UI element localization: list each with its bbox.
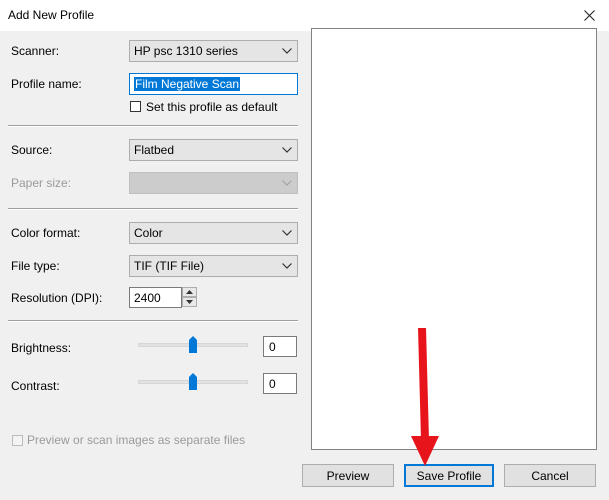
contrast-value: 0 (269, 377, 276, 391)
brightness-label: Brightness: (11, 341, 72, 355)
profile-name-label: Profile name: (11, 77, 82, 91)
contrast-input[interactable]: 0 (263, 373, 297, 394)
resolution-down-button[interactable] (182, 297, 197, 307)
window-title: Add New Profile (8, 8, 95, 22)
scanner-label: Scanner: (11, 44, 60, 58)
chevron-down-icon (280, 43, 294, 59)
file-type-value: TIF (TIF File) (134, 259, 204, 273)
spin-down-icon (186, 300, 193, 304)
divider (8, 208, 298, 210)
paper-size-select (129, 172, 298, 194)
file-type-label: File type: (11, 259, 60, 273)
contrast-label: Contrast: (11, 379, 60, 393)
brightness-slider-thumb[interactable] (188, 336, 198, 353)
chevron-down-icon (280, 175, 294, 191)
scanner-value: HP psc 1310 series (134, 44, 238, 58)
chevron-down-icon (280, 142, 294, 158)
preview-button[interactable]: Preview (302, 464, 394, 487)
source-label: Source: (11, 143, 53, 157)
resolution-label: Resolution (DPI): (11, 291, 103, 305)
chevron-down-icon (280, 225, 294, 241)
close-button[interactable] (569, 0, 609, 31)
default-profile-checkbox[interactable] (130, 101, 141, 112)
brightness-input[interactable]: 0 (263, 336, 297, 357)
profile-name-field[interactable]: Film Negative Scan (129, 73, 298, 95)
source-select[interactable]: Flatbed (129, 139, 298, 161)
chevron-down-icon (280, 258, 294, 274)
brightness-value: 0 (269, 340, 276, 354)
resolution-up-button[interactable] (182, 287, 197, 297)
contrast-slider-thumb[interactable] (188, 373, 198, 390)
separate-files-label: Preview or scan images as separate files (27, 433, 246, 447)
scanner-select[interactable]: HP psc 1310 series (129, 40, 298, 62)
cancel-button[interactable]: Cancel (504, 464, 596, 487)
default-profile-label: Set this profile as default (146, 100, 278, 114)
color-format-label: Color format: (11, 226, 81, 240)
resolution-value: 2400 (134, 291, 161, 305)
color-format-select[interactable]: Color (129, 222, 298, 244)
save-profile-button[interactable]: Save Profile (404, 464, 494, 487)
separate-files-checkbox (12, 435, 23, 446)
spin-up-icon (186, 290, 193, 294)
paper-size-label: Paper size: (11, 176, 72, 190)
preview-pane (311, 28, 597, 450)
source-value: Flatbed (134, 143, 175, 157)
close-icon (583, 10, 595, 21)
title-bar: Add New Profile (0, 0, 609, 31)
divider (8, 320, 298, 322)
color-format-value: Color (134, 226, 163, 240)
file-type-select[interactable]: TIF (TIF File) (129, 255, 298, 277)
divider (8, 125, 298, 127)
resolution-input[interactable]: 2400 (129, 287, 182, 308)
profile-name-value: Film Negative Scan (134, 77, 241, 91)
